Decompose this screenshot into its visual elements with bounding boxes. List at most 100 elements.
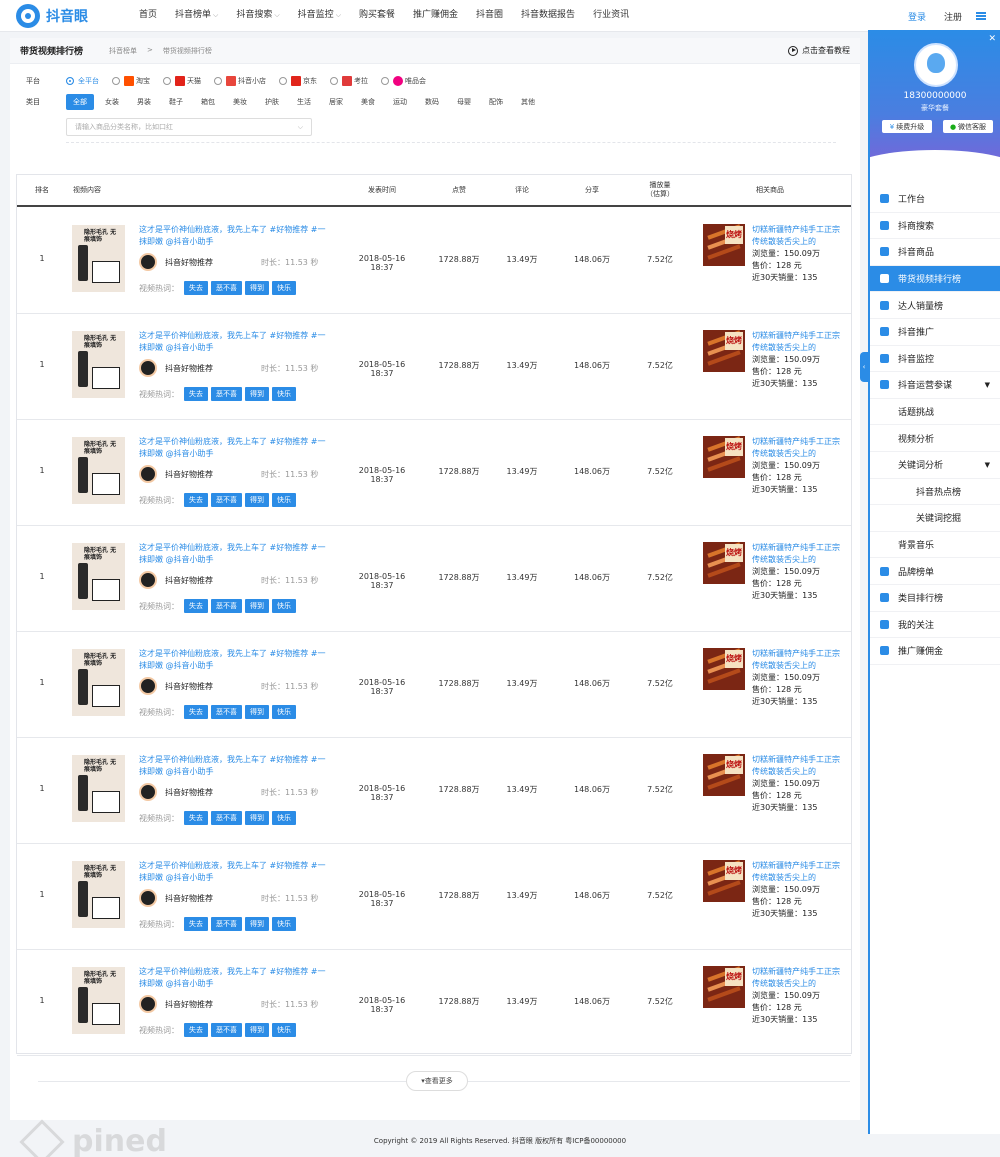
col-date[interactable]: 发表时间 [362,185,402,195]
video-title-link[interactable]: 这才是平价神仙粉底液，我先上车了 #好物推荐 #一抹即嫩 @抖音小助手 [139,330,329,354]
login-link[interactable]: 登录 [908,10,926,23]
hot-word-tag[interactable]: 失去 [184,599,208,613]
avatar[interactable] [914,43,958,87]
author-avatar[interactable] [139,359,157,377]
platform-radio[interactable]: 全平台 [66,76,99,86]
video-thumbnail[interactable]: 隐形毛孔 无痕填饰 [72,225,125,292]
hot-word-tag[interactable]: 得到 [245,493,269,507]
video-title-link[interactable]: 这才是平价神仙粉底液，我先上车了 #好物推荐 #一抹即嫩 @抖音小助手 [139,542,329,566]
author-name[interactable]: 抖音好物推荐 [165,681,213,692]
col-plays[interactable]: 播放量 （估算） [637,181,683,199]
category-chip[interactable]: 女装 [98,94,126,110]
sidebar-item[interactable]: 抖音商品 [870,239,1000,266]
hot-word-tag[interactable]: 恶不喜 [211,387,242,401]
product-thumbnail[interactable]: 烧烤 [703,330,745,372]
product-thumbnail[interactable]: 烧烤 [703,542,745,584]
sidebar-toggle[interactable]: ‹ [860,352,868,382]
author-avatar[interactable] [139,571,157,589]
video-title-link[interactable]: 这才是平价神仙粉底液，我先上车了 #好物推荐 #一抹即嫩 @抖音小助手 [139,754,329,778]
product-thumbnail[interactable]: 烧烤 [703,436,745,478]
register-link[interactable]: 注册 [944,10,962,23]
product-thumbnail[interactable]: 烧烤 [703,860,745,902]
category-chip[interactable]: 母婴 [450,94,478,110]
video-thumbnail[interactable]: 隐形毛孔 无痕填饰 [72,437,125,504]
nav-item[interactable]: 抖音圈 [467,0,512,32]
author-name[interactable]: 抖音好物推荐 [165,469,213,480]
platform-radio[interactable]: 天猫 [163,76,201,86]
category-chip[interactable]: 其他 [514,94,542,110]
category-chip[interactable]: 箱包 [194,94,222,110]
author-name[interactable]: 抖音好物推荐 [165,893,213,904]
sidebar-item[interactable]: 品牌榜单 [870,558,1000,585]
video-thumbnail[interactable]: 隐形毛孔 无痕填饰 [72,649,125,716]
product-name-link[interactable]: 切糕新疆特产纯手工正宗传统散装舌尖上的 [752,860,847,884]
wechat-service-button[interactable]: ● 微信客服 [943,120,993,133]
platform-radio[interactable]: 抖音小店 [214,76,266,86]
hot-word-tag[interactable]: 失去 [184,705,208,719]
category-chip[interactable]: 鞋子 [162,94,190,110]
hot-word-tag[interactable]: 快乐 [272,599,296,613]
sidebar-item[interactable]: 我的关注 [870,612,1000,639]
product-name-link[interactable]: 切糕新疆特产纯手工正宗传统散装舌尖上的 [752,754,847,778]
hot-word-tag[interactable]: 得到 [245,281,269,295]
renew-button[interactable]: ¥ 续费升级 [882,120,932,133]
hot-word-tag[interactable]: 恶不喜 [211,917,242,931]
category-chip[interactable]: 生活 [290,94,318,110]
category-chip[interactable]: 数码 [418,94,446,110]
hot-word-tag[interactable]: 快乐 [272,917,296,931]
hot-word-tag[interactable]: 失去 [184,811,208,825]
nav-item[interactable]: 抖音搜索 ⌵ [227,0,288,32]
sidebar-item[interactable]: 背景音乐 [870,532,1000,559]
video-thumbnail[interactable]: 隐形毛孔 无痕填饰 [72,331,125,398]
nav-item[interactable]: 推广赚佣金 [404,0,467,32]
hot-word-tag[interactable]: 快乐 [272,281,296,295]
sidebar-item[interactable]: 关键词分析 ▼ [870,452,1000,479]
product-thumbnail[interactable]: 烧烤 [703,648,745,690]
category-chip[interactable]: 美妆 [226,94,254,110]
author-avatar[interactable] [139,783,157,801]
hot-word-tag[interactable]: 失去 [184,917,208,931]
hot-word-tag[interactable]: 快乐 [272,493,296,507]
hot-word-tag[interactable]: 失去 [184,281,208,295]
category-chip[interactable]: 运动 [386,94,414,110]
category-chip[interactable]: 护肤 [258,94,286,110]
nav-item[interactable]: 抖音榜单 ⌵ [166,0,227,32]
sidebar-item[interactable]: 关键词挖掘 [870,505,1000,532]
nav-item[interactable]: 首页 [130,0,166,32]
hot-word-tag[interactable]: 快乐 [272,387,296,401]
author-name[interactable]: 抖音好物推荐 [165,787,213,798]
sidebar-item[interactable]: 抖商搜索 [870,213,1000,240]
close-icon[interactable]: ✕ [988,34,996,44]
author-avatar[interactable] [139,253,157,271]
video-thumbnail[interactable]: 隐形毛孔 无痕填饰 [72,755,125,822]
nav-item[interactable]: 行业资讯 [584,0,638,32]
author-avatar[interactable] [139,889,157,907]
sidebar-item[interactable]: 抖音运营参谋 ▼ [870,372,1000,399]
hamburger-menu-icon[interactable] [976,12,986,20]
tutorial-link[interactable]: 点击查看教程 [788,45,850,56]
hot-word-tag[interactable]: 恶不喜 [211,493,242,507]
video-title-link[interactable]: 这才是平价神仙粉底液，我先上车了 #好物推荐 #一抹即嫩 @抖音小助手 [139,436,329,460]
video-thumbnail[interactable]: 隐形毛孔 无痕填饰 [72,861,125,928]
sidebar-item[interactable]: 抖音热点榜 [870,479,1000,506]
category-chip[interactable]: 美食 [354,94,382,110]
hot-word-tag[interactable]: 失去 [184,493,208,507]
platform-radio[interactable]: 淘宝 [112,76,150,86]
video-title-link[interactable]: 这才是平价神仙粉底液，我先上车了 #好物推荐 #一抹即嫩 @抖音小助手 [139,966,329,990]
col-shares[interactable]: 分享 [580,185,604,195]
hot-word-tag[interactable]: 恶不喜 [211,281,242,295]
product-thumbnail[interactable]: 烧烤 [703,966,745,1008]
hot-word-tag[interactable]: 恶不喜 [211,811,242,825]
product-name-link[interactable]: 切糕新疆特产纯手工正宗传统散装舌尖上的 [752,330,847,354]
sidebar-item[interactable]: 带货视频排行榜 [870,265,1000,293]
author-name[interactable]: 抖音好物推荐 [165,257,213,268]
hot-word-tag[interactable]: 得到 [245,387,269,401]
logo[interactable]: 抖音眼 [16,4,98,28]
sidebar-item[interactable]: 抖音推广 [870,319,1000,346]
product-name-link[interactable]: 切糕新疆特产纯手工正宗传统散装舌尖上的 [752,436,847,460]
hot-word-tag[interactable]: 快乐 [272,811,296,825]
author-name[interactable]: 抖音好物推荐 [165,363,213,374]
category-chip[interactable]: 配饰 [482,94,510,110]
video-thumbnail[interactable]: 隐形毛孔 无痕填饰 [72,967,125,1034]
author-avatar[interactable] [139,995,157,1013]
